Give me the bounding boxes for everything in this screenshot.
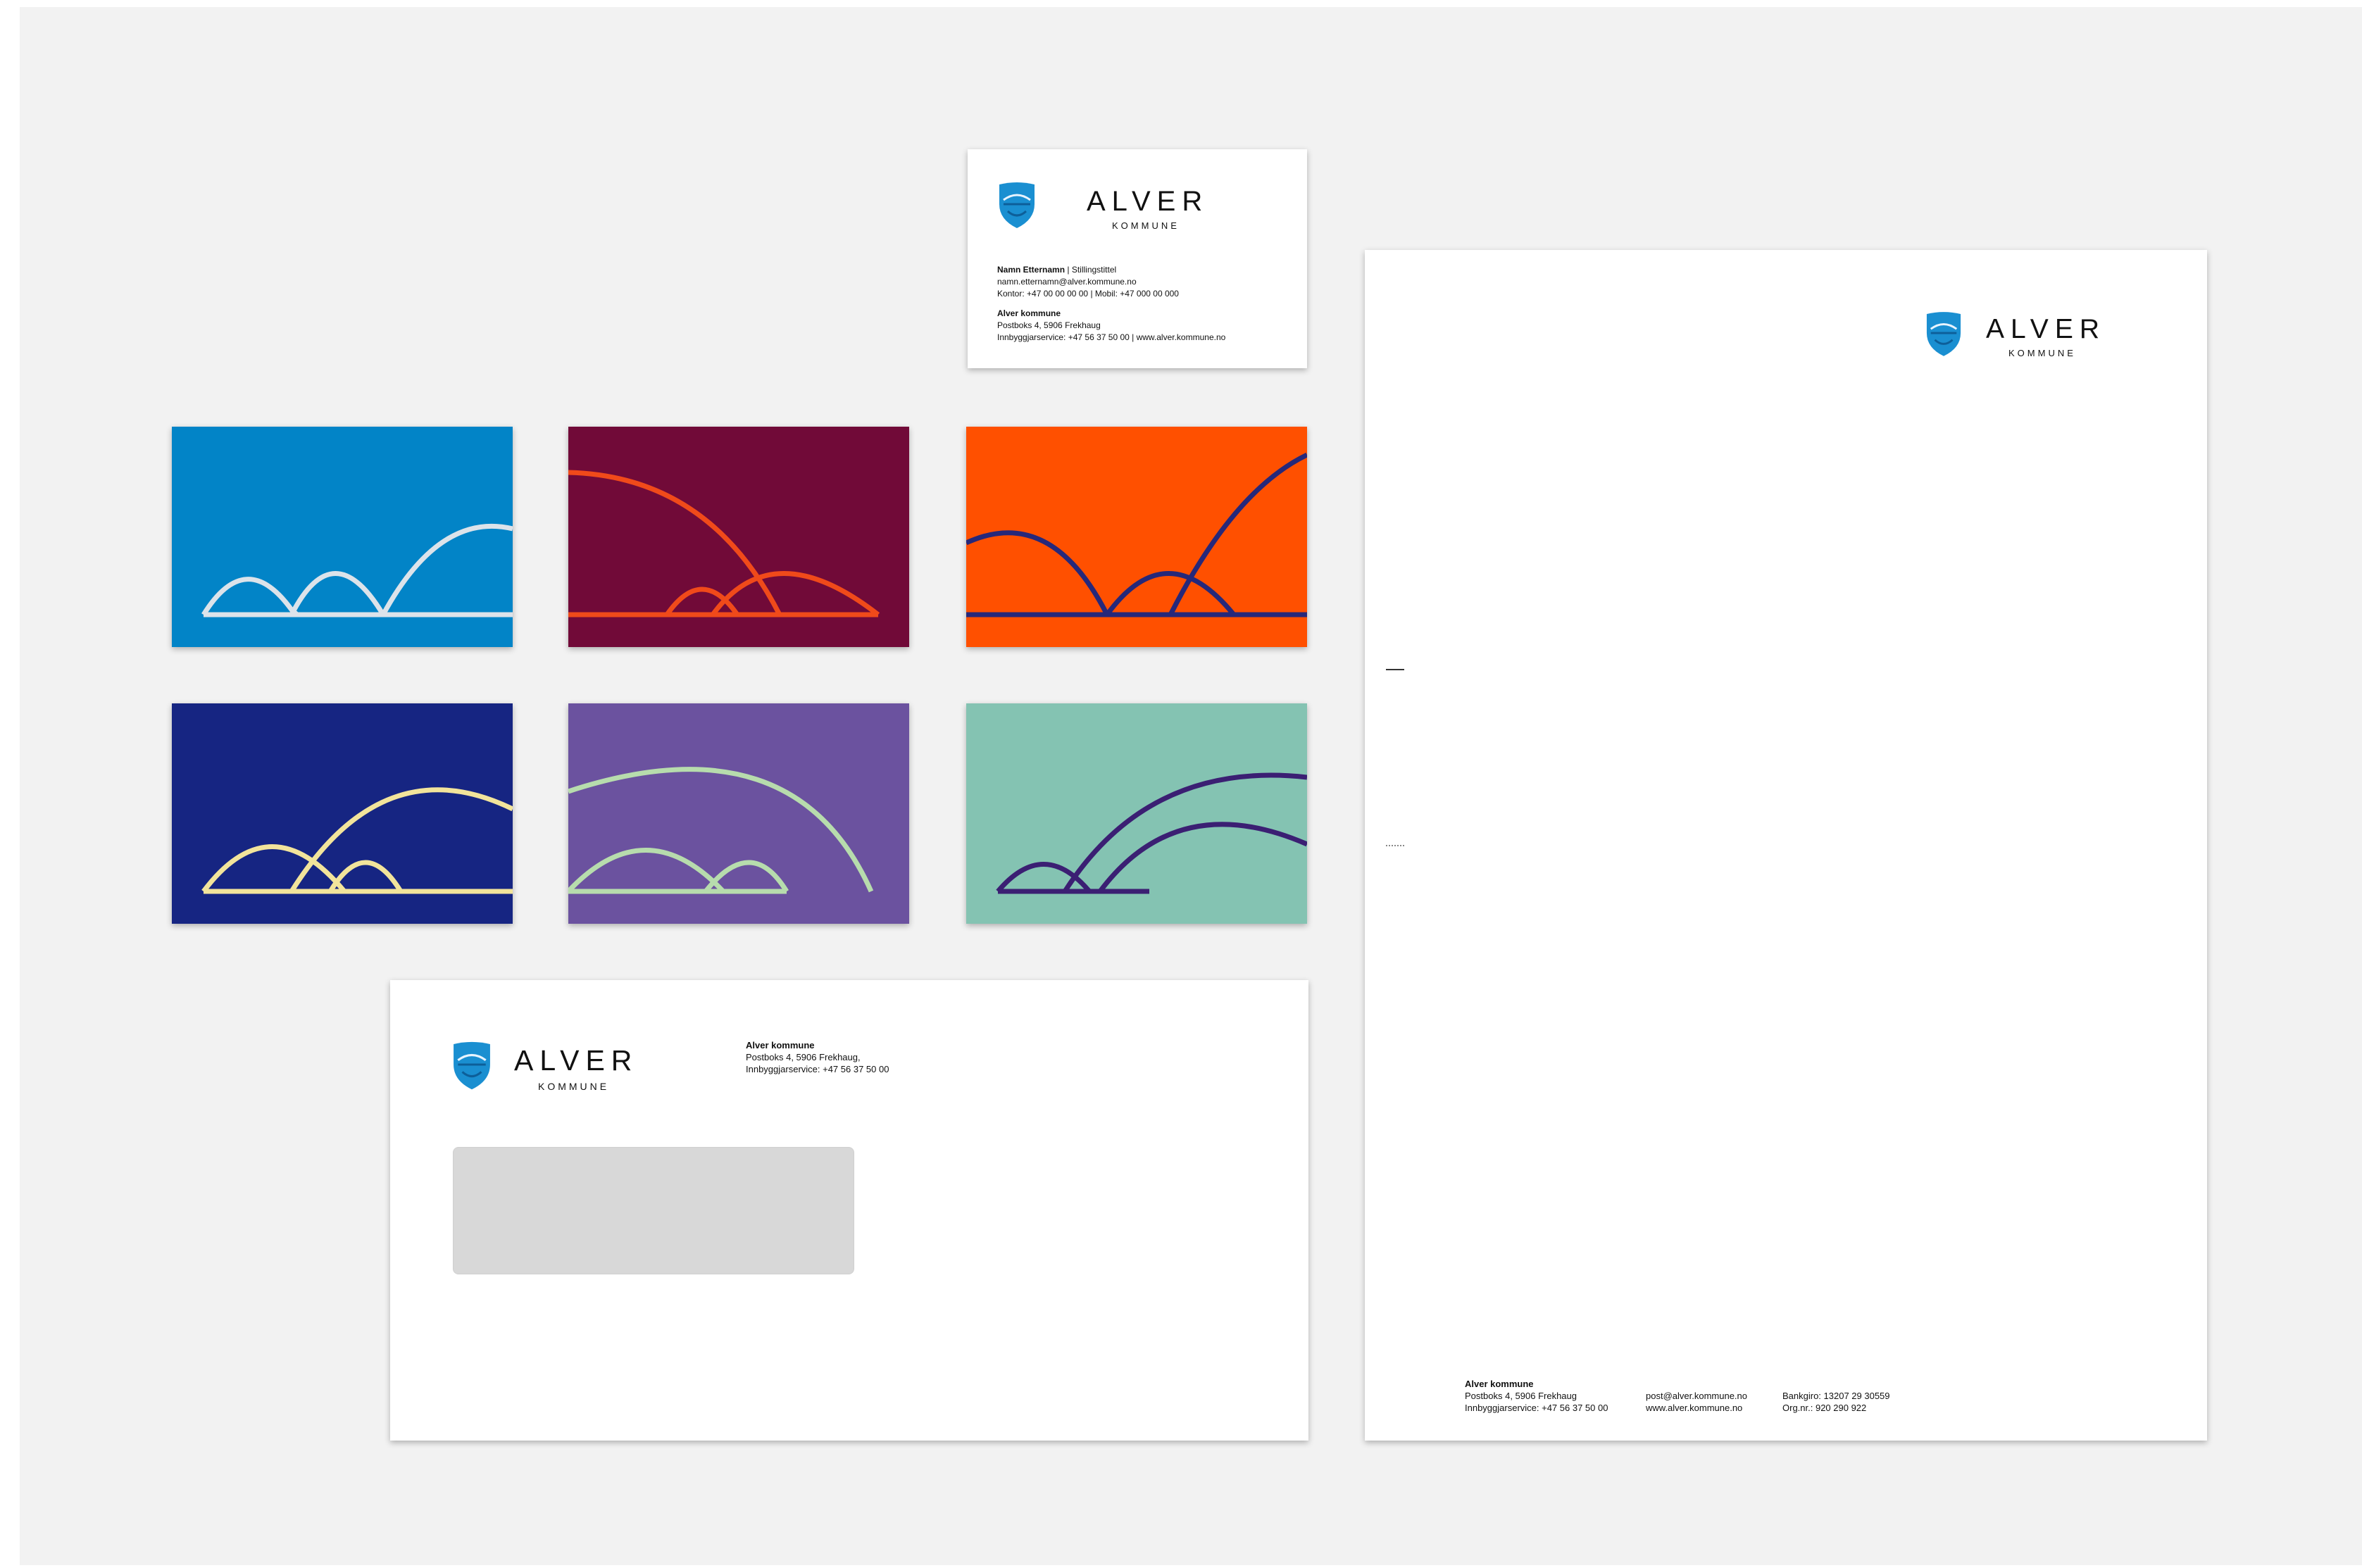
pattern-card-blue [172,427,513,647]
card-phones: Kontor: +47 00 00 00 00 | Mobil: +47 000… [997,289,1179,299]
coat-of-arms-icon [999,182,1035,228]
arch-pattern-icon [568,427,909,647]
envelope-service: Innbyggjarservice: +47 56 37 50 00 [746,1064,889,1074]
card-email: namn.etternamn@alver.kommune.no [997,277,1137,287]
arch-pattern-icon [172,427,513,647]
footer-org: Alver kommune [1465,1379,1534,1389]
logo-subtitle: KOMMUNE [2008,348,2076,358]
arch-pattern-icon [172,703,513,924]
footer-bank: Bankgiro: 13207 29 30559 [1782,1391,1890,1401]
punch-mark [1386,845,1404,846]
card-name: Namn Etternamn [997,265,1066,275]
pattern-card-orange [966,427,1307,647]
coat-of-arms-icon [454,1041,490,1090]
coat-of-arms-icon [1926,312,1961,356]
card-title: | Stillingstittel [1065,265,1117,275]
arch-pattern-icon [966,427,1307,647]
fold-mark [1386,669,1404,670]
card-org: Alver kommune [997,308,1061,318]
letterhead: ALVER KOMMUNE Alver kommune Postboks 4, … [1365,250,2207,1441]
business-card-front: ALVER KOMMUNE Namn Etternamn | Stillings… [968,149,1307,368]
footer-address: Postboks 4, 5906 Frekhaug [1465,1391,1577,1401]
envelope-address-window [453,1147,854,1274]
pattern-card-burgundy [568,427,909,647]
envelope: ALVER KOMMUNE Alver kommune Postboks 4, … [390,980,1308,1441]
card-service: Innbyggjarservice: +47 56 37 50 00 | www… [997,332,1226,342]
logo-wordmark: ALVER [1087,186,1209,217]
logo-wordmark: ALVER [514,1044,639,1077]
logo-subtitle: KOMMUNE [1112,220,1180,231]
card-name-line: Namn Etternamn | Stillingstittel [997,264,1116,275]
logo-wordmark: ALVER [1986,314,2106,344]
pattern-card-navy [172,703,513,924]
footer-web: www.alver.kommune.no [1646,1403,1743,1413]
pattern-card-purple [568,703,909,924]
envelope-org: Alver kommune [746,1040,815,1050]
card-address: Postboks 4, 5906 Frekhaug [997,320,1101,330]
arch-pattern-icon [568,703,909,924]
footer-service: Innbyggjarservice: +47 56 37 50 00 [1465,1403,1608,1413]
footer-orgnr: Org.nr.: 920 290 922 [1782,1403,1867,1413]
envelope-address: Postboks 4, 5906 Frekhaug, [746,1052,861,1062]
arch-pattern-icon [966,703,1307,924]
footer-email: post@alver.kommune.no [1646,1391,1747,1401]
logo-subtitle: KOMMUNE [538,1081,610,1092]
pattern-card-mint [966,703,1307,924]
